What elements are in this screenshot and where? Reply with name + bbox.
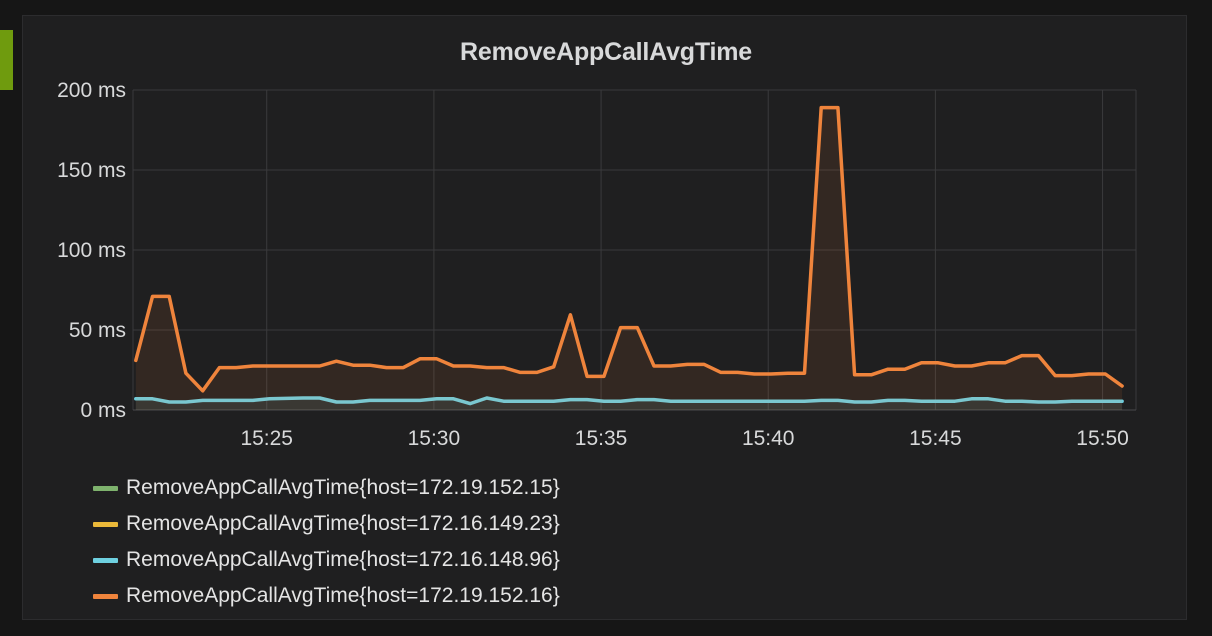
x-tick-label: 15:25 — [240, 427, 293, 450]
x-tick-label: 15:50 — [1076, 427, 1129, 450]
legend-swatch[interactable] — [93, 593, 118, 599]
x-tick-label: 15:45 — [909, 427, 962, 450]
legend-label[interactable]: RemoveAppCallAvgTime{host=172.16.148.96} — [126, 548, 560, 572]
x-tick-label: 15:30 — [408, 427, 461, 450]
legend-item[interactable]: RemoveAppCallAvgTime{host=172.16.149.23} — [93, 506, 560, 542]
y-tick-label: 200 ms — [57, 79, 126, 102]
y-tick-label: 50 ms — [69, 319, 126, 342]
x-tick-label: 15:35 — [575, 427, 628, 450]
legend-item[interactable]: RemoveAppCallAvgTime{host=172.16.148.96} — [93, 542, 560, 578]
y-tick-label: 150 ms — [57, 159, 126, 182]
legend-item[interactable]: RemoveAppCallAvgTime{host=172.19.152.15} — [93, 470, 560, 506]
legend-swatch[interactable] — [93, 485, 118, 491]
legend: RemoveAppCallAvgTime{host=172.19.152.15}… — [93, 470, 560, 614]
y-tick-label: 0 ms — [80, 399, 126, 422]
legend-label[interactable]: RemoveAppCallAvgTime{host=172.19.152.15} — [126, 476, 560, 500]
legend-swatch[interactable] — [93, 521, 118, 527]
legend-item[interactable]: RemoveAppCallAvgTime{host=172.19.152.16} — [93, 578, 560, 614]
y-tick-label: 100 ms — [57, 239, 126, 262]
legend-label[interactable]: RemoveAppCallAvgTime{host=172.19.152.16} — [126, 584, 560, 608]
legend-label[interactable]: RemoveAppCallAvgTime{host=172.16.149.23} — [126, 512, 560, 536]
dashboard-page: RemoveAppCallAvgTime 0 ms 50 ms 100 ms 150 … — [0, 0, 1212, 636]
legend-swatch[interactable] — [93, 557, 118, 563]
x-tick-label: 15:40 — [742, 427, 795, 450]
